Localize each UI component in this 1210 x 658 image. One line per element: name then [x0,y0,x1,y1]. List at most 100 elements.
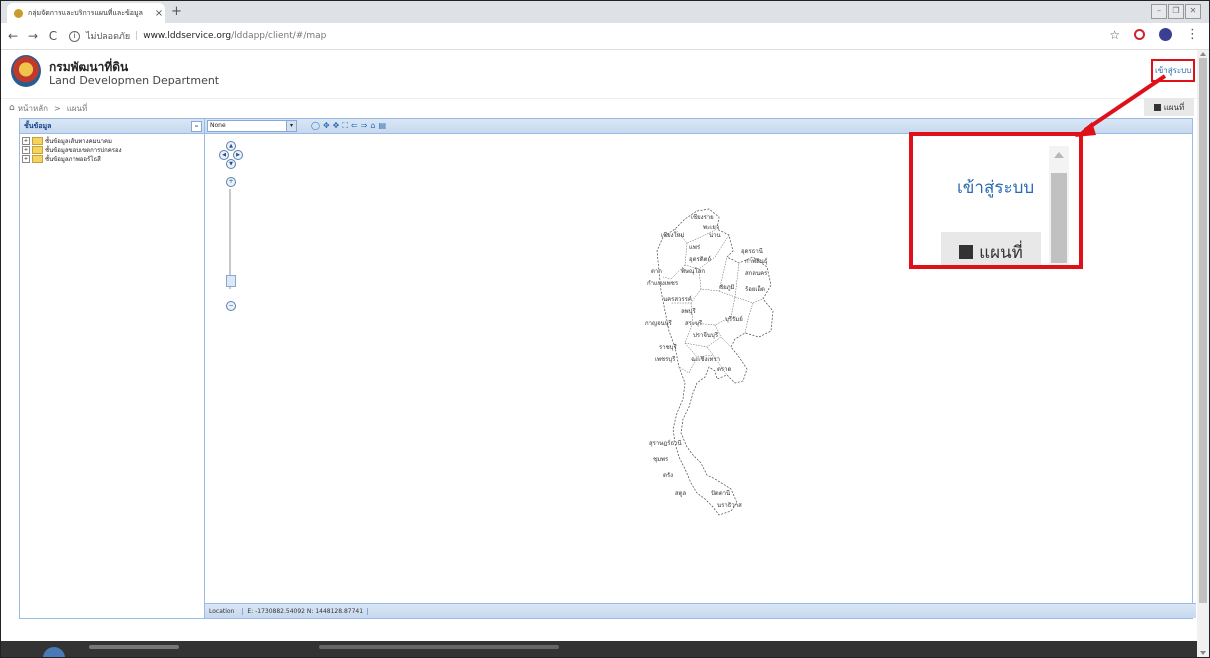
browser-window: กลุ่มจัดการและบริการแผนที่และข้อมูล × + … [0,0,1210,658]
restore-button[interactable]: ❐ [1168,4,1184,19]
zoom-bar: + − [226,177,236,317]
zoom-out-button[interactable]: − [226,301,236,311]
home-view-icon[interactable]: ⌂ [370,121,375,131]
new-tab-button[interactable]: + [171,4,182,19]
province-label: อุตรดิตถ์ [689,255,712,263]
province-label: สุราษฎร์ธานี [649,439,682,447]
expand-icon[interactable]: + [22,136,30,145]
collapse-panel-button[interactable]: – [191,121,202,132]
map-status-bar: Location E: -1730882.54092 N: 1448128.87… [205,603,1196,618]
callout-map-button[interactable]: แผนที่ [941,232,1041,265]
thailand-province-map[interactable]: เชียงราย พะเยา เชียงใหม่ น่าน แพร่ อุดรธ… [635,207,775,523]
address-bar[interactable]: i ไม่ปลอดภัย | www.lddservice.org /lddap… [69,29,326,43]
layer-tree: + ชั้นข้อมูลเส้นทางคมนาคม + ชั้นข้อมูลขอ… [20,134,204,165]
forward-button[interactable]: → [25,29,41,43]
province-label: นราธิวาส [717,502,742,509]
info-icon[interactable]: i [69,30,80,42]
bookmark-star-icon[interactable]: ☆ [1109,28,1120,42]
back-button[interactable]: ← [5,29,21,43]
browser-toolbar: ← → C i ไม่ปลอดภัย | www.lddservice.org … [1,23,1209,50]
zoom-slider-thumb[interactable] [226,275,236,287]
province-label: แพร่ [689,244,701,251]
layers-panel-header: ชั้นข้อมูล – [20,119,204,134]
layer-tree-item[interactable]: + ชั้นข้อมูลภาพออร์โธสี [22,154,202,163]
map-tab-label: แผนที่ [1163,102,1185,112]
province-label: ตาก [651,268,662,275]
province-label: ชุมพร [653,456,669,463]
folder-icon [32,145,43,154]
province-label: ลพบุรี [681,307,696,315]
folder-icon [32,154,43,163]
zoom-track[interactable] [229,189,231,289]
pan-zoom-control: ▲ ◀ ▶ ▼ + − [219,141,243,311]
close-window-button[interactable]: ✕ [1185,4,1201,19]
pan-down-button[interactable]: ▼ [226,159,236,169]
site-footer [1,641,1197,657]
province-label: เชียงราย [691,213,714,221]
province-label: ปราจีนบุรี [693,331,719,339]
pan-right-button[interactable]: ▶ [233,150,243,160]
breadcrumb-separator: > [53,103,61,113]
province-label: พิษณุโลก [681,267,705,275]
toolbar-actions: ☆ ⋮ [1109,27,1199,42]
province-label: พะเยา [703,224,719,231]
expand-icon[interactable]: + [22,145,30,154]
security-label: ไม่ปลอดภัย [86,32,131,42]
base-layer-select[interactable]: None ▾ [207,120,297,132]
expand-icon[interactable]: + [22,154,30,163]
browser-tab[interactable]: กลุ่มจัดการและบริการแผนที่และข้อมูล × [7,3,165,23]
full-extent-icon[interactable]: ⛶ [342,121,348,131]
breadcrumb-home[interactable]: หน้าหลัก [18,102,48,115]
province-label: ตราด [717,366,731,373]
scroll-down-icon[interactable] [1200,651,1206,655]
breadcrumb: ⌂ หน้าหลัก > แผนที่ [1,98,1197,117]
layers-panel: ชั้นข้อมูล – + ชั้นข้อมูลเส้นทางคมนาคม +… [20,119,205,618]
province-label: กาฬสินธุ์ [745,257,768,265]
tab-close-icon[interactable]: × [153,8,165,19]
window-controls: – ❐ ✕ [1150,4,1201,19]
minimize-button[interactable]: – [1151,4,1167,19]
chevron-down-icon[interactable]: ▾ [286,121,296,131]
map-book-icon [1153,103,1161,111]
url-path: /lddapp/client/#/map [231,31,327,41]
drag-icon[interactable]: ✥ [333,121,340,131]
province-label: ราชบุรี [659,343,677,351]
profile-avatar[interactable] [1159,28,1172,41]
page-scrollbar[interactable] [1197,50,1209,657]
province-label: ชัยภูมิ [719,284,735,291]
next-view-icon[interactable]: ⇒ [361,121,368,131]
map-book-icon [959,245,974,259]
province-label: นครสวรรค์ [663,295,692,303]
opera-icon[interactable] [1134,29,1145,40]
reload-button[interactable]: C [45,29,61,43]
browser-menu-icon[interactable]: ⋮ [1186,27,1199,42]
folder-icon [32,136,43,145]
map-tab-button[interactable]: แผนที่ [1144,98,1194,116]
province-label: ร้อยเอ็ด [745,284,765,293]
pan-icon[interactable]: ✥ [323,121,330,131]
province-label: กำแพงเพชร [647,280,679,287]
login-link[interactable]: เข้าสู่ระบบ [1151,59,1196,82]
province-label: สระบุรี [685,319,703,327]
province-label: ปัตตานี [711,489,730,497]
zoom-in-button[interactable]: + [226,177,236,187]
previous-view-icon[interactable]: ⇐ [351,121,358,131]
scroll-up-icon[interactable] [1200,52,1206,56]
pan-up-button[interactable]: ▲ [226,141,236,151]
site-header: กรมพัฒนาที่ดิน Land Developmen Departmen… [1,50,1197,94]
layers-icon[interactable]: ▤ [378,121,386,131]
pan-left-button[interactable]: ◀ [219,150,229,160]
zoom-extent-icon[interactable]: ◯ [311,121,320,131]
province-label: บุรีรัมย์ [725,315,743,323]
department-logo [11,55,41,87]
callout-scrollbar [1049,146,1069,265]
breadcrumb-current: แผนที่ [66,103,88,113]
home-icon[interactable]: ⌂ [9,103,15,113]
map-tools: ◯ ✥ ✥ ⛶ ⇐ ⇒ ⌂ ▤ [311,121,386,131]
scrollbar-thumb[interactable] [1199,58,1207,603]
footer-text-fragment [89,645,179,649]
zoom-callout: เข้าสู่ระบบ แผนที่ [909,132,1083,269]
callout-login-link[interactable]: เข้าสู่ระบบ [957,174,1034,201]
scroll-up-icon [1054,152,1064,158]
url-host: www.lddservice.org [143,31,232,41]
